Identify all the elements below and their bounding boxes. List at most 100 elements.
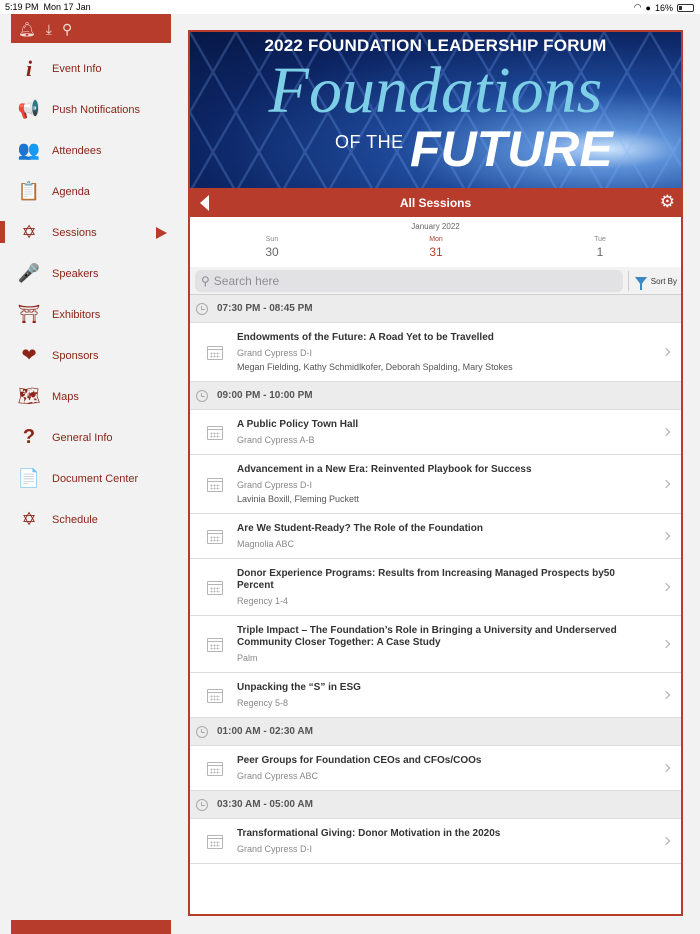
session-body: Transformational Giving: Donor Motivatio… bbox=[190, 819, 681, 863]
status-right: ◠ ● 16% bbox=[634, 2, 694, 13]
session-row[interactable]: Transformational Giving: Donor Motivatio… bbox=[190, 819, 681, 864]
search-icon: ⚲ bbox=[201, 274, 210, 288]
sort-by-label: Sort By bbox=[650, 276, 677, 286]
date-tab-tue[interactable]: Tue 1 bbox=[518, 236, 681, 259]
session-title: Are We Student-Ready? The Role of the Fo… bbox=[237, 523, 483, 534]
battery-percent: 16% bbox=[654, 2, 673, 13]
session-row[interactable]: Are We Student-Ready? The Role of the Fo… bbox=[190, 514, 681, 559]
search-input[interactable]: ⚲ Search here bbox=[195, 270, 623, 292]
star-of-david-icon: ✡ bbox=[21, 509, 37, 529]
banner-top-line: 2022 FOUNDATION LEADERSHIP FORUM bbox=[264, 36, 607, 55]
session-title: Donor Experience Programs: Results from … bbox=[237, 568, 615, 591]
day-number: 30 bbox=[265, 245, 279, 259]
sidebar-bottom-bar bbox=[11, 920, 171, 934]
search-placeholder: Search here bbox=[213, 274, 280, 288]
handshake-heart-icon: ❤ bbox=[21, 345, 37, 365]
status-bar: 5:19 PM Mon 17 Jan ◠ ● 16% bbox=[0, 0, 700, 14]
sidebar-item-push-notifications[interactable]: 📢 Push Notifications bbox=[0, 89, 180, 130]
time-group-header: 03:30 AM - 05:00 AM bbox=[190, 791, 681, 819]
sidebar-item-label: Document Center bbox=[52, 472, 139, 485]
map-icon: 🗺 bbox=[17, 386, 41, 406]
search-row: ⚲ Search here Sort By bbox=[190, 267, 681, 295]
session-location: Regency 1-4 bbox=[237, 596, 289, 606]
sidebar-item-attendees[interactable]: 👥 Attendees bbox=[0, 130, 180, 171]
calendar-icon bbox=[207, 834, 223, 849]
session-row[interactable]: Endowments of the Future: A Road Yet to … bbox=[190, 323, 681, 382]
session-body: Triple Impact – The Foundation’s Role in… bbox=[190, 616, 681, 672]
session-location: Grand Cypress A-B bbox=[237, 435, 315, 445]
session-list: 07:30 PM - 08:45 PM Endowments of the Fut… bbox=[190, 295, 681, 864]
status-time: 5:19 PM Mon 17 Jan bbox=[5, 2, 91, 12]
session-row[interactable]: A Public Policy Town Hall Grand Cypress A… bbox=[190, 410, 681, 455]
time-group-header: 01:00 AM - 02:30 AM bbox=[190, 718, 681, 746]
calendar-icon bbox=[207, 637, 223, 652]
date-tab-mon[interactable]: Mon 31 bbox=[354, 236, 518, 269]
sidebar-item-event-info[interactable]: i Event Info bbox=[0, 48, 180, 89]
sidebar-item-label: Event Info bbox=[52, 62, 102, 75]
download-icon[interactable]: ⤓ bbox=[46, 22, 52, 36]
sidebar-item-document-center[interactable]: 📄 Document Center bbox=[0, 458, 180, 499]
sidebar-item-label: Attendees bbox=[52, 144, 102, 157]
sidebar-item-label: Sponsors bbox=[52, 349, 99, 362]
sidebar-item-sessions[interactable]: ✡ Sessions bbox=[0, 212, 180, 253]
session-row[interactable]: Unpacking the “S” in ESG Regency 5-8 bbox=[190, 673, 681, 718]
sidebar-item-maps[interactable]: 🗺 Maps bbox=[0, 376, 180, 417]
time-range: 07:30 PM - 08:45 PM bbox=[217, 303, 313, 314]
sidebar-item-schedule[interactable]: ✡ Schedule bbox=[0, 499, 180, 540]
session-row[interactable]: Triple Impact – The Foundation’s Role in… bbox=[190, 616, 681, 673]
bell-icon[interactable]: 🔔︎ bbox=[18, 22, 36, 36]
time-group-header: 07:30 PM - 08:45 PM bbox=[190, 295, 681, 323]
lock-rotation-icon: ● bbox=[645, 2, 651, 13]
day-number: 1 bbox=[596, 245, 604, 259]
status-time-text: 5:19 PM bbox=[5, 2, 39, 12]
session-row[interactable]: Peer Groups for Foundation CEOs and CFOs… bbox=[190, 746, 681, 791]
session-location: Magnolia ABC bbox=[237, 539, 295, 549]
session-location: Regency 5-8 bbox=[237, 698, 289, 708]
session-speakers: Megan Fielding, Kathy Schmidlkofer, Debo… bbox=[237, 362, 513, 372]
session-speakers: Lavinia Boxill, Fleming Puckett bbox=[237, 494, 360, 504]
sidebar-toolbar: 🔔︎ ⤓ ⚲ bbox=[11, 14, 171, 43]
sidebar-item-sponsors[interactable]: ❤ Sponsors bbox=[0, 335, 180, 376]
megaphone-icon: 📢 bbox=[17, 99, 41, 119]
time-range: 01:00 AM - 02:30 AM bbox=[217, 726, 313, 737]
clock-icon bbox=[196, 798, 208, 811]
star-of-david-icon: ✡ bbox=[21, 222, 37, 242]
day-name: Sun bbox=[265, 236, 279, 243]
session-row[interactable]: Advancement in a New Era: Reinvented Pla… bbox=[190, 455, 681, 514]
document-icon: 📄 bbox=[17, 468, 41, 488]
status-date-text: Mon 17 Jan bbox=[43, 2, 91, 12]
session-body: Donor Experience Programs: Results from … bbox=[190, 559, 681, 615]
battery-icon bbox=[677, 3, 694, 12]
sort-by-button[interactable]: Sort By bbox=[627, 271, 677, 291]
session-body: Endowments of the Future: A Road Yet to … bbox=[190, 323, 681, 381]
sidebar: 🔔︎ ⤓ ⚲ i Event Info 📢 Push Notifications 👥 At… bbox=[0, 14, 180, 934]
calendar-icon bbox=[207, 477, 223, 492]
back-arrow-icon[interactable] bbox=[200, 195, 209, 211]
session-body: A Public Policy Town Hall Grand Cypress A… bbox=[190, 410, 681, 454]
sidebar-item-label: Agenda bbox=[52, 185, 90, 198]
sidebar-item-label: Exhibitors bbox=[52, 308, 101, 321]
sidebar-item-exhibitors[interactable]: ⛩ Exhibitors bbox=[0, 294, 180, 335]
info-icon: i bbox=[25, 55, 33, 81]
calendar-icon bbox=[207, 529, 223, 544]
sidebar-item-general-info[interactable]: ? General Info bbox=[0, 417, 180, 458]
session-title: Advancement in a New Era: Reinvented Pla… bbox=[237, 464, 532, 475]
session-location: Grand Cypress D-I bbox=[237, 348, 313, 358]
sidebar-item-agenda[interactable]: 📋 Agenda bbox=[0, 171, 180, 212]
event-banner: 2022 FOUNDATION LEADERSHIP FORUM Foundat… bbox=[190, 32, 681, 188]
session-title: A Public Policy Town Hall bbox=[237, 419, 359, 430]
date-tab-sun[interactable]: Sun 30 bbox=[190, 236, 354, 259]
agenda-icon: 📋 bbox=[17, 181, 41, 201]
session-row[interactable]: Donor Experience Programs: Results from … bbox=[190, 559, 681, 616]
sidebar-item-speakers[interactable]: 🎤 Speakers bbox=[0, 253, 180, 294]
clock-icon bbox=[196, 302, 208, 315]
clock-icon bbox=[196, 725, 208, 738]
search-icon[interactable]: ⚲ bbox=[62, 22, 72, 36]
banner-of-the: OF THE bbox=[335, 132, 404, 152]
session-body: Peer Groups for Foundation CEOs and CFOs… bbox=[190, 746, 681, 790]
microphone-icon: 🎤 bbox=[17, 263, 41, 283]
sidebar-item-label: Speakers bbox=[52, 267, 99, 280]
gear-icon[interactable]: ⚙ bbox=[660, 193, 675, 210]
session-title: Peer Groups for Foundation CEOs and CFOs… bbox=[237, 755, 482, 766]
filter-funnel-icon bbox=[634, 277, 647, 290]
